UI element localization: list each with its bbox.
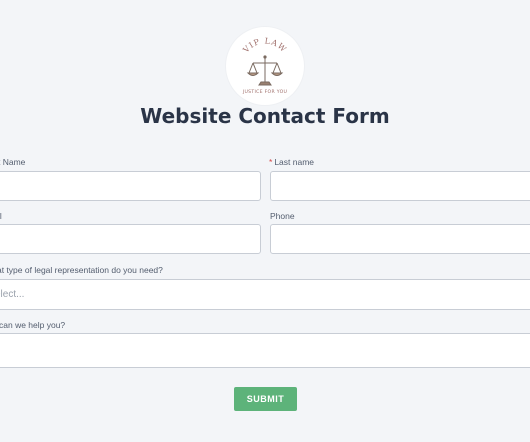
last-name-input[interactable] [270,171,530,201]
email-input[interactable] [0,224,261,254]
submit-button[interactable]: SUBMIT [234,387,297,411]
representation-placeholder: elect... [0,289,25,300]
representation-label: at type of legal representation do you n… [0,265,163,275]
help-label: can we help you? [0,320,66,330]
phone-input[interactable] [270,224,530,254]
scales-of-justice-icon: VIP LAW JUSTICE FOR YOU [241,36,289,95]
svg-text:VIP LAW: VIP LAW [241,36,289,55]
last-name-label-text: Last name [274,157,315,167]
phone-label: Phone [270,211,295,221]
page-title: Website Contact Form [140,104,390,128]
first-name-label: t Name [0,157,26,167]
logo-bottom-text: JUSTICE FOR YOU [242,89,287,95]
logo-top-text: VIP LAW [241,36,288,55]
required-mark: * [269,157,273,167]
vip-law-logo: VIP LAW JUSTICE FOR YOU [226,27,304,105]
last-name-label: * Last name [269,157,314,167]
first-name-input[interactable] [0,171,261,201]
representation-select[interactable]: elect... [0,279,530,310]
email-label: il [0,211,2,221]
help-textarea[interactable] [0,333,530,368]
